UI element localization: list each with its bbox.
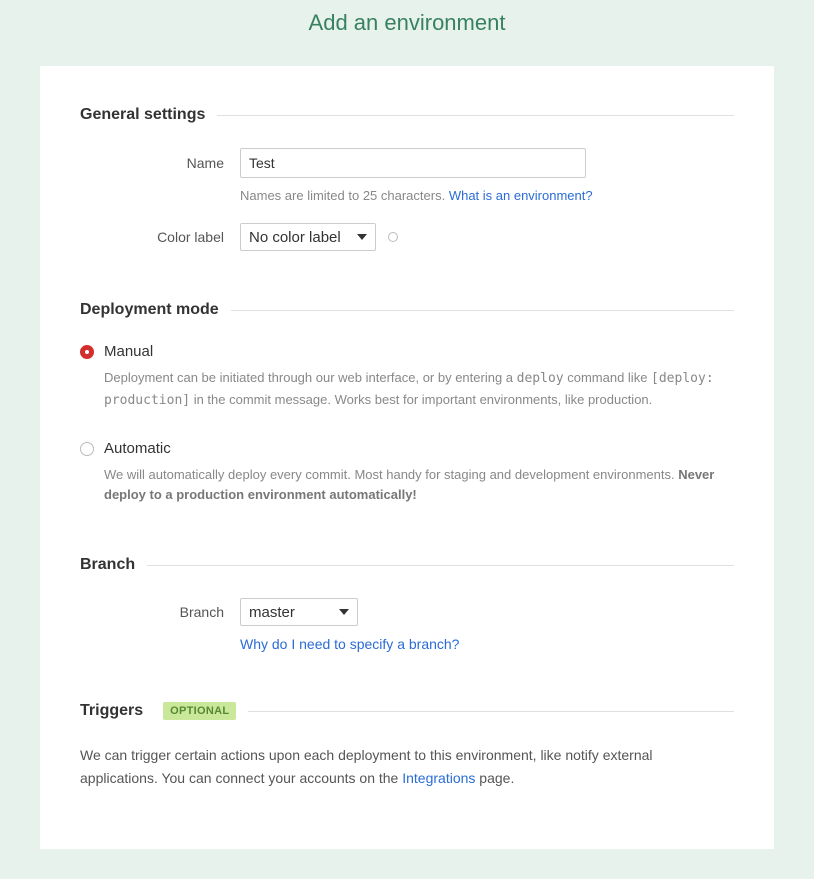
deployment-mode-title: Deployment mode [80, 301, 219, 319]
divider [217, 115, 734, 116]
radio-selected-icon [80, 345, 94, 359]
branch-header: Branch [80, 556, 734, 574]
branch-label: Branch [80, 604, 240, 620]
divider [147, 565, 734, 566]
general-settings-section: General settings Name Names are limited … [80, 106, 734, 251]
name-label: Name [80, 155, 240, 171]
branch-section: Branch Branch master Why do I need to sp… [80, 556, 734, 652]
triggers-section: Triggers OPTIONAL We can trigger certain… [80, 702, 734, 789]
name-hint-text: Names are limited to 25 characters. [240, 188, 449, 203]
branch-title: Branch [80, 556, 135, 574]
integrations-link[interactable]: Integrations [402, 770, 475, 786]
triggers-header: Triggers OPTIONAL [80, 702, 734, 720]
what-is-environment-link[interactable]: What is an environment? [449, 188, 593, 203]
automatic-description: We will automatically deploy every commi… [104, 465, 734, 507]
general-settings-header: General settings [80, 106, 734, 124]
page-title: Add an environment [0, 0, 814, 66]
radio-option-manual[interactable]: Manual [80, 343, 734, 360]
color-preview-dot [388, 232, 398, 242]
general-settings-title: General settings [80, 106, 205, 124]
manual-description: Deployment can be initiated through our … [104, 368, 734, 412]
branch-select[interactable]: master [240, 598, 358, 626]
deployment-mode-header: Deployment mode [80, 301, 734, 319]
divider [248, 711, 734, 712]
triggers-title: Triggers [80, 702, 143, 720]
triggers-description: We can trigger certain actions upon each… [80, 744, 734, 789]
radio-option-automatic[interactable]: Automatic [80, 440, 734, 457]
name-input[interactable] [240, 148, 586, 178]
branch-hint-link[interactable]: Why do I need to specify a branch? [240, 636, 459, 652]
optional-badge: OPTIONAL [163, 702, 236, 720]
color-label: Color label [80, 229, 240, 245]
form-card: General settings Name Names are limited … [40, 66, 774, 849]
divider [231, 310, 734, 311]
deployment-mode-section: Deployment mode Manual Deployment can be… [80, 301, 734, 506]
automatic-label: Automatic [104, 440, 171, 457]
radio-unselected-icon [80, 442, 94, 456]
color-label-select[interactable]: No color label [240, 223, 376, 251]
manual-label: Manual [104, 343, 153, 360]
name-hint: Names are limited to 25 characters. What… [240, 188, 734, 203]
